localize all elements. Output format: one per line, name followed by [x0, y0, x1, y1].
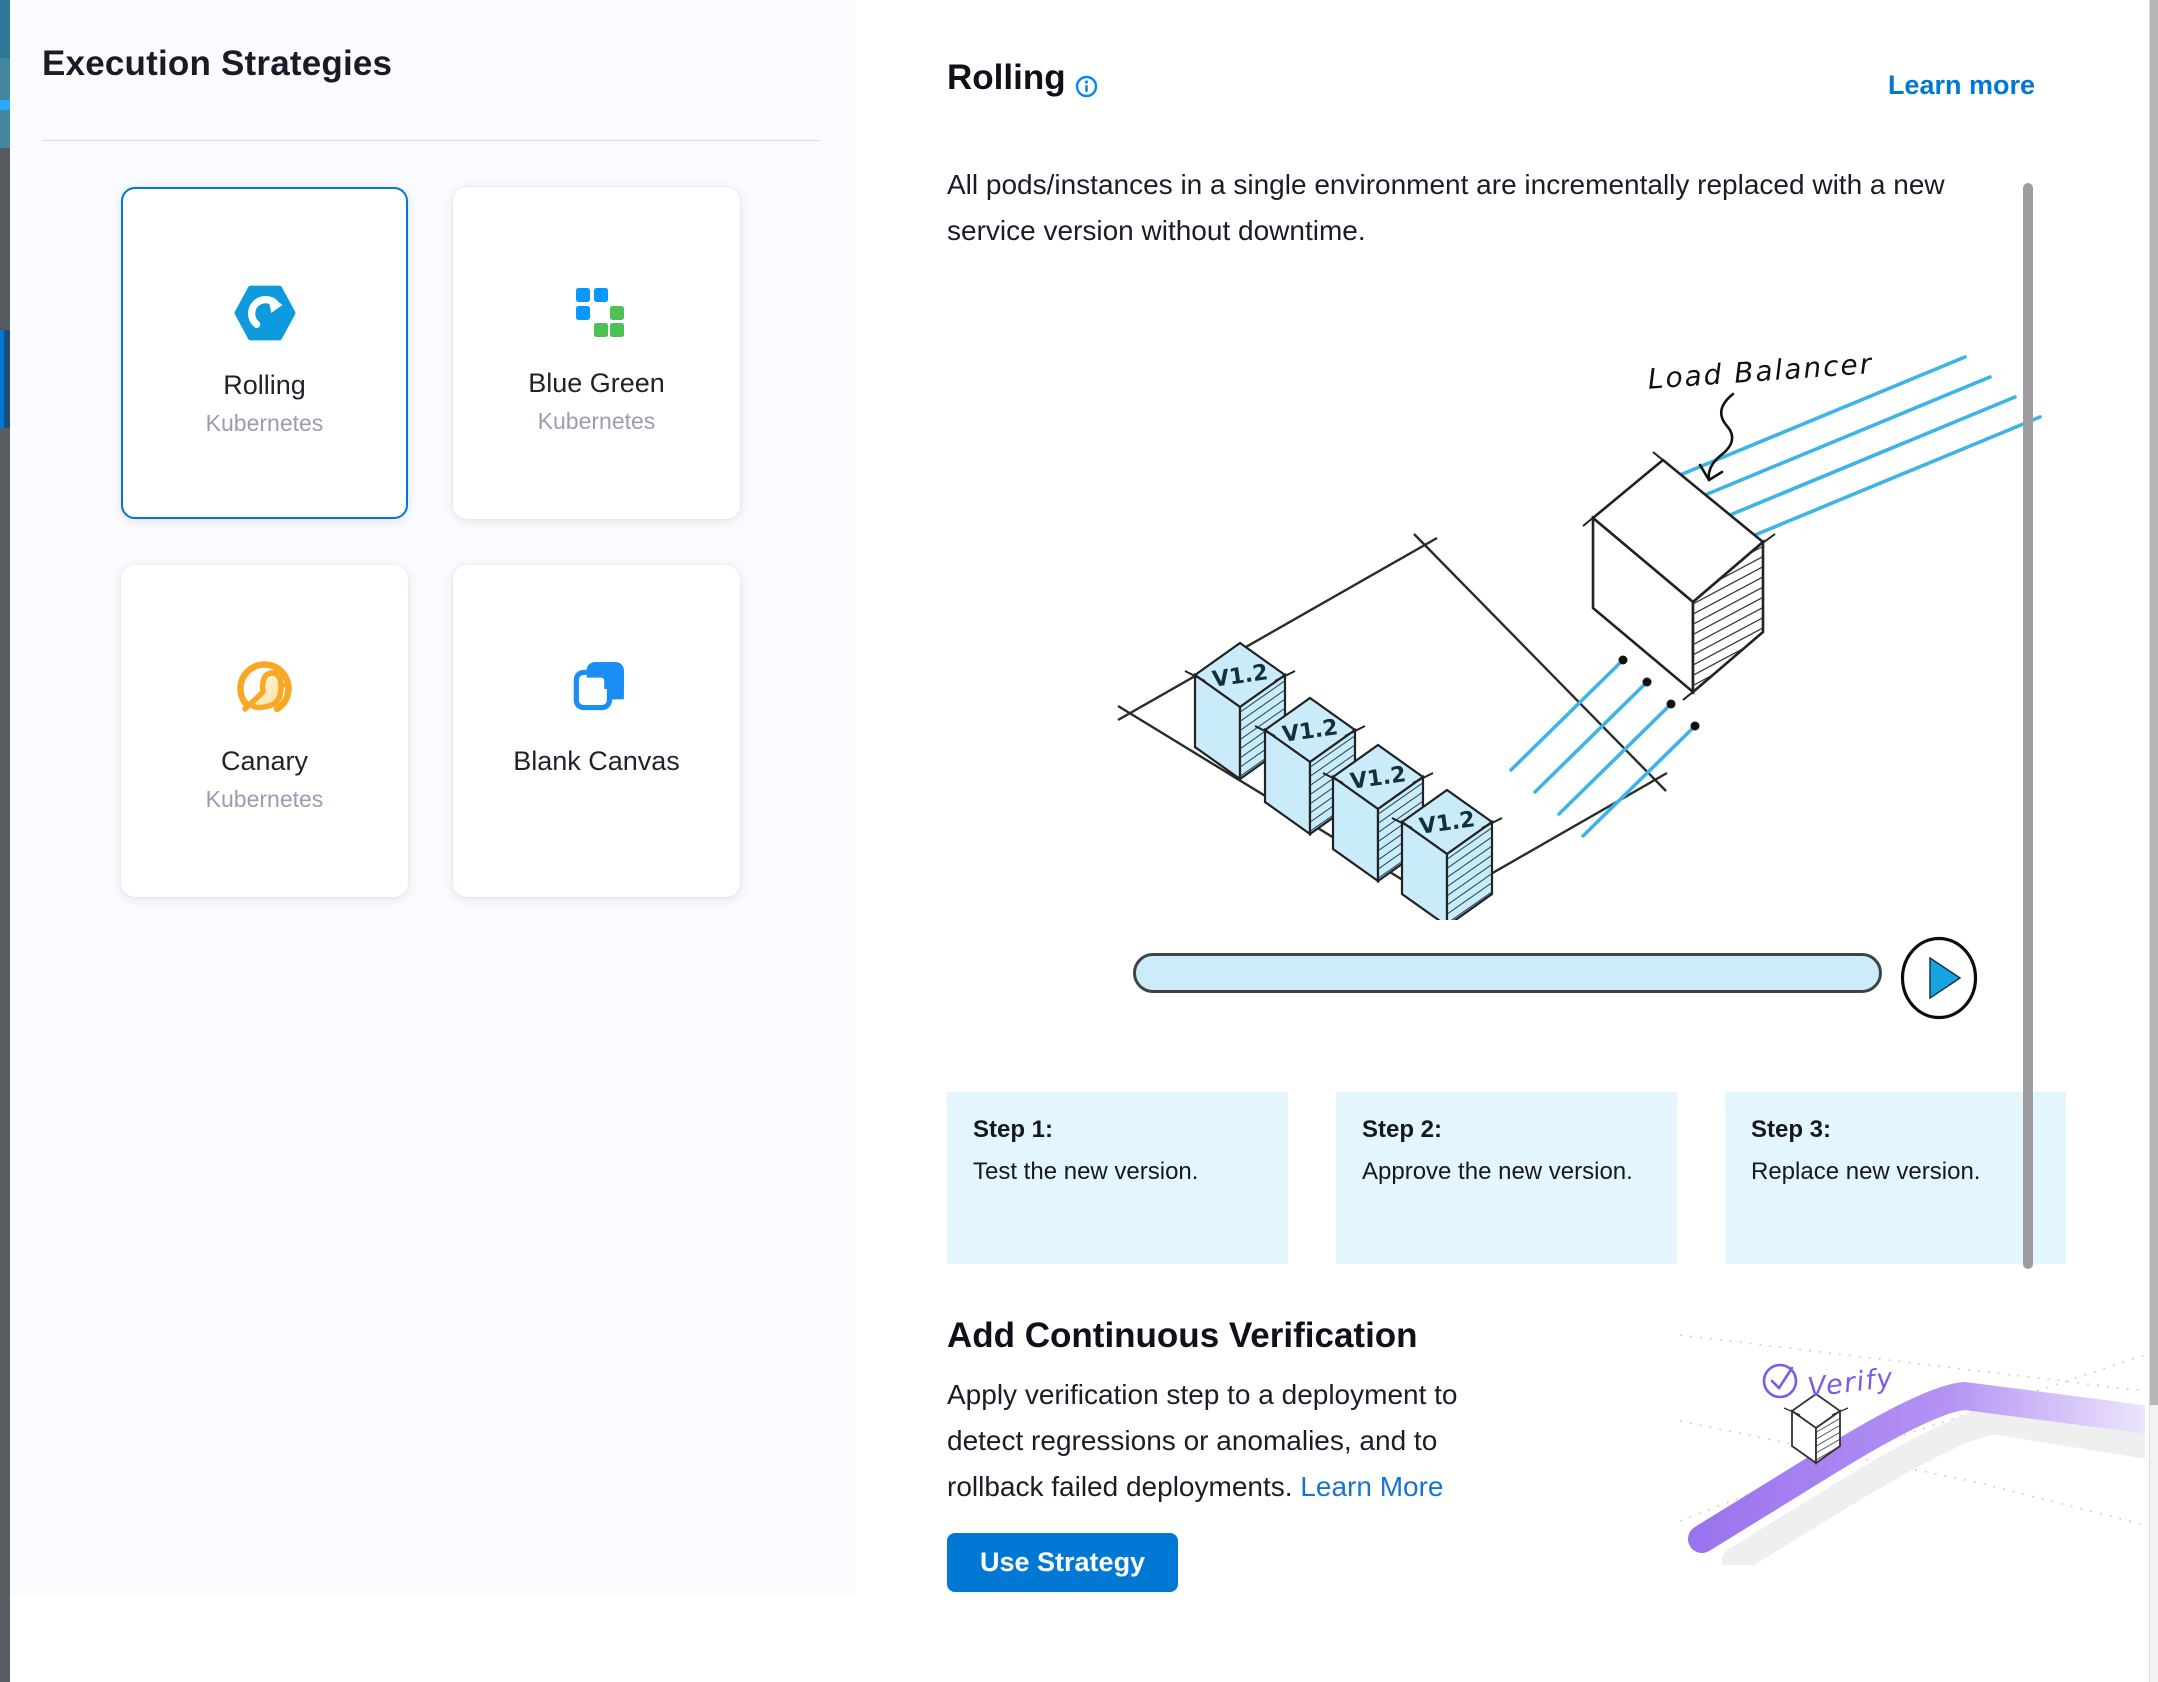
- strategy-card-sublabel: Kubernetes: [538, 408, 656, 435]
- strategy-detail-title: Rolling: [947, 58, 1066, 98]
- window-scrollbar-thumb[interactable]: [2150, 0, 2158, 1405]
- strategy-card-blue-green[interactable]: Blue Green Kubernetes: [453, 187, 740, 519]
- verify-check-icon: [1764, 1365, 1796, 1397]
- strategy-card-sublabel: Kubernetes: [206, 786, 324, 813]
- verification-description: Apply verification step to a deployment …: [947, 1372, 1537, 1510]
- strategy-card-label: Canary: [221, 746, 308, 777]
- step-card-2: Step 2: Approve the new version.: [1336, 1092, 1677, 1264]
- panel-title: Execution Strategies: [42, 44, 392, 84]
- strategy-card-label: Blue Green: [528, 368, 665, 399]
- panel-scrollbar-thumb[interactable]: [2023, 183, 2033, 1269]
- annotation-arrow: [1700, 394, 1733, 480]
- step-text: Approve the new version.: [1362, 1158, 1651, 1186]
- blank-canvas-icon: [566, 658, 628, 720]
- learn-more-link[interactable]: Learn more: [1888, 70, 2035, 101]
- title-divider: [42, 140, 820, 141]
- verification-learn-more-link[interactable]: Learn More: [1300, 1471, 1443, 1502]
- pod-cubes: V1.2 V1.2 V1: [1185, 643, 1502, 920]
- strategy-card-label: Blank Canvas: [513, 746, 680, 777]
- strategy-card-rolling[interactable]: Rolling Kubernetes: [121, 187, 408, 519]
- step-card-1: Step 1: Test the new version.: [947, 1092, 1288, 1264]
- rolling-icon: [234, 282, 296, 344]
- step-text: Test the new version.: [973, 1158, 1262, 1186]
- blue-green-icon: [567, 280, 627, 342]
- verification-heading: Add Continuous Verification: [947, 1316, 1418, 1356]
- verify-label: Verify: [1806, 1362, 1896, 1403]
- step-card-3: Step 3: Replace new version.: [1725, 1092, 2066, 1264]
- step-title: Step 2:: [1362, 1116, 1651, 1144]
- step-title: Step 3:: [1751, 1116, 2040, 1144]
- pipeline-ribbon: [1702, 1396, 2142, 1539]
- rolling-deployment-illustration: V1.2 V1.2 V1: [1095, 330, 2045, 920]
- strategy-card-canary[interactable]: Canary Kubernetes: [121, 565, 408, 897]
- animation-progress-bar: [1133, 953, 1882, 993]
- load-balancer-label: Load Balancer: [1647, 347, 1875, 396]
- use-strategy-button[interactable]: Use Strategy: [947, 1533, 1178, 1592]
- info-icon[interactable]: [1075, 75, 1098, 98]
- canary-icon: [233, 658, 297, 720]
- step-text: Replace new version.: [1751, 1158, 2040, 1186]
- verify-illustration: Verify: [1680, 1293, 2145, 1565]
- background-app-edge: [0, 0, 10, 1682]
- strategy-card-sublabel: Kubernetes: [206, 410, 324, 437]
- strategy-description: All pods/instances in a single environme…: [947, 162, 2032, 254]
- load-balancer-box: [1583, 452, 1775, 700]
- strategy-card-blank-canvas[interactable]: Blank Canvas: [453, 565, 740, 897]
- strategy-card-label: Rolling: [223, 370, 306, 401]
- step-title: Step 1:: [973, 1116, 1262, 1144]
- play-button[interactable]: [1899, 935, 1979, 1021]
- execution-strategies-modal: Execution Strategies Rolling Kubernetes: [0, 0, 2158, 1682]
